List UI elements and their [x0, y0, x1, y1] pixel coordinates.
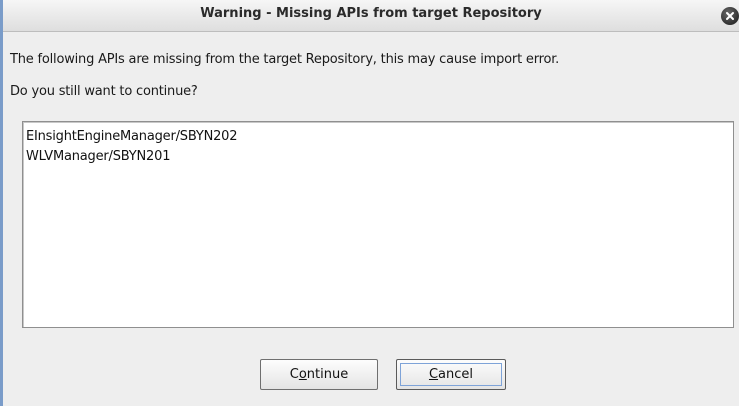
cancel-mnemonic: C: [428, 367, 439, 382]
continue-label-after: ntinue: [306, 367, 349, 382]
dialog-title: Warning - Missing APIs from target Repos…: [200, 6, 542, 21]
warning-message: The following APIs are missing from the …: [10, 52, 560, 67]
continue-label-before: C: [289, 367, 299, 382]
cancel-button[interactable]: Cancel: [396, 359, 506, 390]
close-x-glyph: [726, 12, 734, 20]
continue-mnemonic: o: [298, 367, 307, 382]
list-item[interactable]: WLVManager/SBYN201: [26, 147, 730, 167]
close-icon[interactable]: [721, 7, 739, 25]
cancel-label-after: ancel: [438, 367, 474, 382]
continue-button[interactable]: Co ntinue: [260, 359, 378, 390]
title-bar[interactable]: Warning - Missing APIs from target Repos…: [3, 0, 739, 32]
list-item[interactable]: EInsightEngineManager/SBYN202: [26, 127, 730, 147]
warning-dialog: Warning - Missing APIs from target Repos…: [0, 0, 739, 406]
confirm-question: Do you still want to continue?: [10, 84, 198, 99]
missing-apis-list[interactable]: EInsightEngineManager/SBYN202 WLVManager…: [22, 121, 734, 328]
